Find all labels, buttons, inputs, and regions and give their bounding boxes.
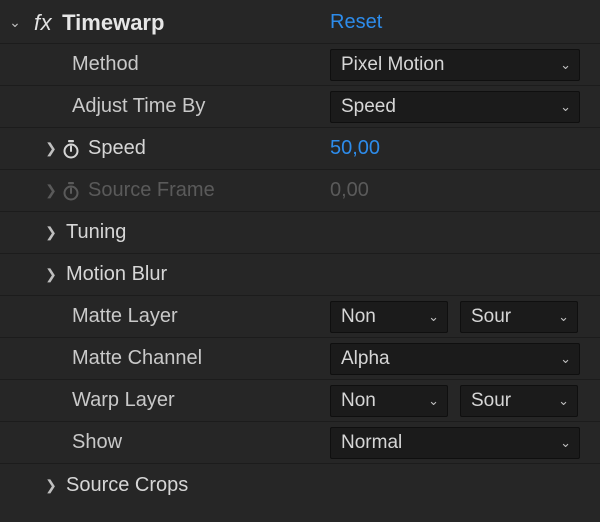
chevron-right-icon: ❯ [42, 182, 60, 199]
chevron-down-icon: ⌄ [428, 309, 439, 325]
effect-header-row: ⌄ fx Timewarp Reset [0, 2, 600, 44]
source-crops-label: Source Crops [66, 474, 188, 497]
adjust-label: Adjust Time By [0, 95, 205, 118]
effect-controls-panel: ⌄ fx Timewarp Reset Method Pixel Motion … [0, 0, 600, 522]
warp-layer-dropdown-2[interactable]: Sour ⌄ [460, 385, 578, 417]
method-dropdown[interactable]: Pixel Motion ⌄ [330, 49, 580, 81]
speed-value[interactable]: 50,00 [330, 137, 380, 160]
warp-layer-value-1: Non [341, 390, 376, 412]
row-method: Method Pixel Motion ⌄ [0, 44, 600, 86]
method-value: Pixel Motion [341, 54, 445, 76]
row-matte-layer: Matte Layer Non ⌄ Sour ⌄ [0, 296, 600, 338]
matte-channel-label: Matte Channel [0, 347, 202, 370]
show-value: Normal [341, 432, 402, 454]
matte-layer-dropdown-1[interactable]: Non ⌄ [330, 301, 448, 333]
chevron-down-icon: ⌄ [428, 393, 439, 409]
matte-layer-value-2: Sour [471, 306, 511, 328]
matte-channel-value: Alpha [341, 348, 390, 370]
adjust-dropdown[interactable]: Speed ⌄ [330, 91, 580, 123]
row-speed: ❯ Speed 50,00 [0, 128, 600, 170]
matte-channel-dropdown[interactable]: Alpha ⌄ [330, 343, 580, 375]
row-motion-blur: ❯ Motion Blur [0, 254, 600, 296]
speed-label: Speed [88, 137, 146, 160]
chevron-down-icon: ⌄ [558, 393, 569, 409]
chevron-down-icon: ⌄ [560, 351, 571, 367]
effect-name: Timewarp [62, 10, 164, 36]
stopwatch-icon[interactable] [60, 138, 82, 160]
show-dropdown[interactable]: Normal ⌄ [330, 427, 580, 459]
chevron-right-icon[interactable]: ❯ [42, 477, 60, 494]
matte-layer-value-1: Non [341, 306, 376, 328]
chevron-down-icon: ⌄ [560, 435, 571, 451]
stopwatch-icon [60, 180, 82, 202]
row-show: Show Normal ⌄ [0, 422, 600, 464]
row-source-frame: ❯ Source Frame 0,00 [0, 170, 600, 212]
chevron-right-icon[interactable]: ❯ [42, 266, 60, 283]
fx-badge[interactable]: fx [34, 10, 62, 36]
source-frame-value: 0,00 [330, 179, 369, 202]
row-warp-layer: Warp Layer Non ⌄ Sour ⌄ [0, 380, 600, 422]
warp-layer-value-2: Sour [471, 390, 511, 412]
motion-blur-label: Motion Blur [66, 263, 167, 286]
row-source-crops: ❯ Source Crops [0, 464, 600, 506]
tuning-label: Tuning [66, 221, 126, 244]
row-adjust-time-by: Adjust Time By Speed ⌄ [0, 86, 600, 128]
chevron-right-icon[interactable]: ❯ [42, 140, 60, 157]
show-label: Show [0, 431, 122, 454]
reset-link[interactable]: Reset [330, 11, 382, 34]
chevron-down-icon: ⌄ [560, 99, 571, 115]
adjust-value: Speed [341, 96, 396, 118]
chevron-down-icon: ⌄ [560, 57, 571, 73]
source-frame-label: Source Frame [88, 179, 215, 202]
row-matte-channel: Matte Channel Alpha ⌄ [0, 338, 600, 380]
matte-layer-label: Matte Layer [0, 305, 178, 328]
matte-layer-dropdown-2[interactable]: Sour ⌄ [460, 301, 578, 333]
warp-layer-label: Warp Layer [0, 389, 175, 412]
chevron-down-icon[interactable]: ⌄ [6, 14, 24, 31]
warp-layer-dropdown-1[interactable]: Non ⌄ [330, 385, 448, 417]
row-tuning: ❯ Tuning [0, 212, 600, 254]
method-label: Method [0, 53, 139, 76]
chevron-down-icon: ⌄ [558, 309, 569, 325]
chevron-right-icon[interactable]: ❯ [42, 224, 60, 241]
